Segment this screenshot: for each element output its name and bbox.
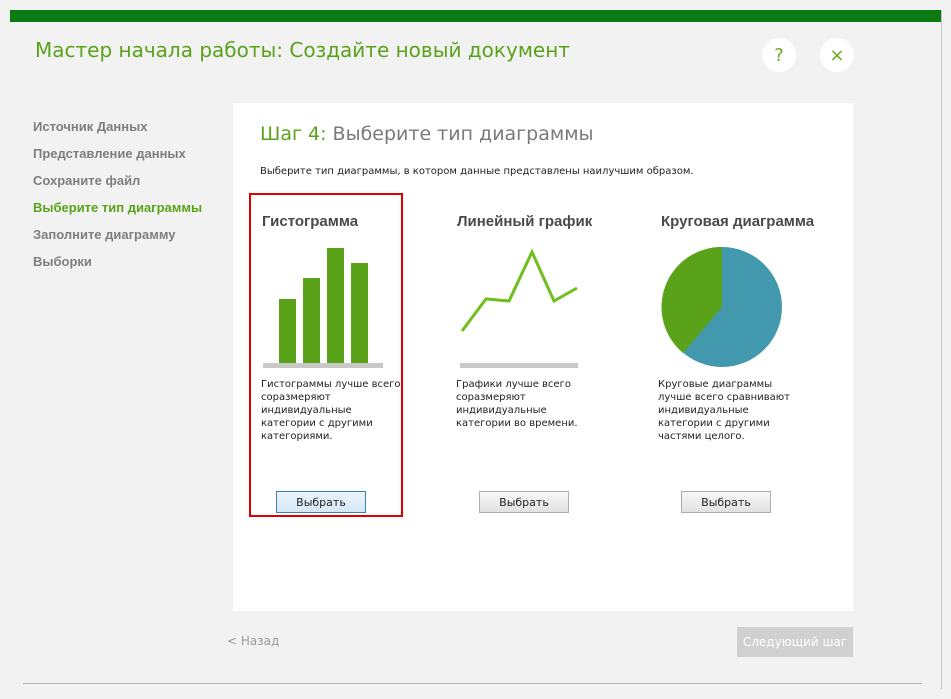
step-title: Выберите тип диаграммы [332, 123, 594, 145]
wizard-steps-nav: Источник Данных Представление данных Сох… [33, 118, 202, 280]
step-item-samples[interactable]: Выборки [33, 253, 202, 280]
choose-pie-button[interactable]: Выбрать [681, 491, 771, 513]
card-description: Графики лучше всего соразмеряют индивиду… [456, 379, 578, 429]
back-link[interactable]: < Назад [227, 634, 279, 648]
chart-type-card-line[interactable]: Линейный график Графики лучше всего сора… [453, 195, 603, 515]
window-right-border [941, 10, 942, 689]
step-item-save-file[interactable]: Сохраните файл [33, 172, 202, 199]
close-button[interactable]: × [820, 38, 854, 72]
choose-line-button[interactable]: Выбрать [479, 491, 569, 513]
step-description: Выберите тип диаграммы, в котором данные… [260, 166, 694, 177]
pie-chart-icon [661, 246, 782, 367]
card-title: Круговая диаграмма [661, 213, 815, 230]
card-description: Гистограммы лучше всего соразмеряют инди… [261, 379, 401, 442]
help-button[interactable]: ? [762, 38, 796, 72]
step-item-chart-type[interactable]: Выберите тип диаграммы [33, 199, 202, 226]
chart-type-card-pie[interactable]: Круговая диаграмма Круговые диаграммы лу… [657, 195, 814, 515]
window-top-bar [10, 10, 942, 22]
step-number: Шаг 4: [260, 123, 327, 145]
line-chart-icon [460, 248, 578, 368]
wizard-title: Мастер начала работы: Создайте новый док… [35, 38, 570, 62]
card-description: Круговые диаграммы лучше всего сравниваю… [658, 379, 790, 442]
card-title: Линейный график [457, 213, 593, 230]
step-item-data-source[interactable]: Источник Данных [33, 118, 202, 145]
next-step-button[interactable]: Следующий шаг [737, 627, 853, 657]
step-heading: Шаг 4: Выберите тип диаграммы [260, 123, 594, 145]
close-icon: × [829, 44, 845, 66]
step-item-data-view[interactable]: Представление данных [33, 145, 202, 172]
choose-histogram-button[interactable]: Выбрать [276, 491, 366, 513]
help-icon: ? [774, 44, 784, 66]
footer-divider [23, 683, 922, 684]
card-title: Гистограмма [262, 213, 359, 230]
chart-type-card-histogram[interactable]: Гистограмма Гистограммы лучше всего сора… [249, 193, 403, 517]
content-panel: Шаг 4: Выберите тип диаграммы Выберите т… [233, 103, 853, 611]
bar-chart-icon [263, 248, 383, 368]
step-item-fill-chart[interactable]: Заполните диаграмму [33, 226, 202, 253]
